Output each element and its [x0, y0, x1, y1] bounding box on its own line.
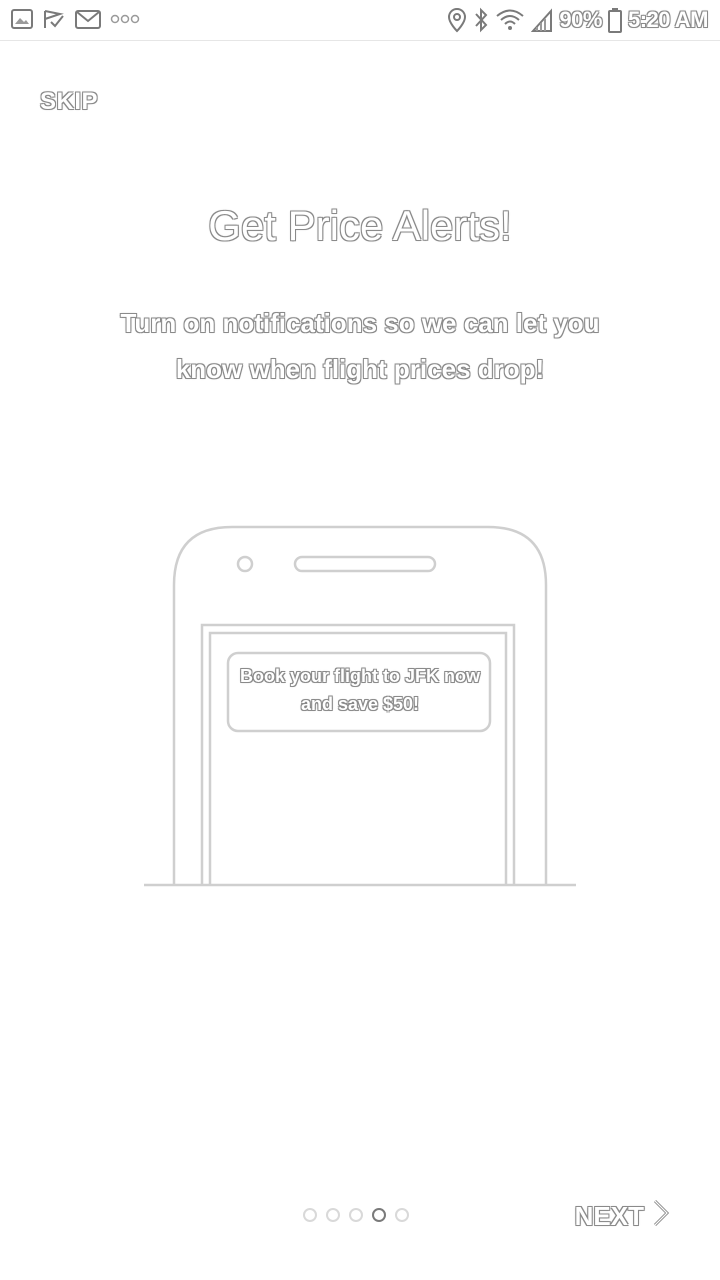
- page-dot-active: [372, 1208, 386, 1222]
- battery-icon: [607, 7, 622, 33]
- status-bar: 90% 5:20 AM: [0, 0, 720, 41]
- image-icon: [10, 8, 34, 30]
- clock: 5:20 AM: [627, 7, 709, 32]
- location-icon: [447, 7, 467, 33]
- next-label: NEXT: [574, 1201, 644, 1231]
- chevron-right-icon: [650, 1198, 672, 1235]
- signal-icon: [531, 7, 553, 33]
- check-flag-icon: [42, 8, 66, 30]
- page-title: Get Price Alerts!: [208, 202, 512, 249]
- more-dots-icon: [110, 8, 140, 30]
- battery-percent: 90%: [559, 7, 602, 32]
- page-dot: [303, 1208, 317, 1222]
- next-button[interactable]: NEXT: [575, 1198, 672, 1235]
- page-dot: [349, 1208, 363, 1222]
- status-bar-right: 90% 5:20 AM: [447, 6, 709, 34]
- status-bar-left: [10, 8, 140, 30]
- skip-button[interactable]: SKIP: [40, 88, 98, 116]
- wifi-icon: [495, 7, 525, 33]
- bluetooth-icon: [473, 7, 489, 33]
- page-indicator: [303, 1208, 409, 1222]
- mail-icon: [74, 8, 102, 30]
- page-dot: [395, 1208, 409, 1222]
- page-dot: [326, 1208, 340, 1222]
- notification-preview-text: Book your flight to JFK now and save $50…: [240, 666, 480, 714]
- page-subtitle: Turn on notifications so we can let you …: [120, 308, 600, 384]
